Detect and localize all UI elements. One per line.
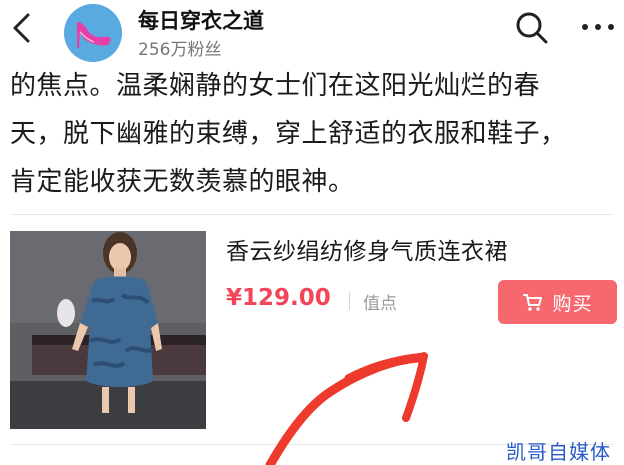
- back-arrow-icon: [13, 13, 30, 43]
- divider: [10, 214, 614, 215]
- cart-icon: [523, 294, 543, 311]
- article-line: 的焦点。温柔娴静的女士们在这阳光灿烂的春: [10, 71, 541, 101]
- search-icon: [516, 12, 548, 44]
- product-title[interactable]: 香云纱绢纺修身气质连衣裙: [226, 232, 508, 266]
- back-button[interactable]: [6, 10, 40, 46]
- product-card[interactable]: 香云纱绢纺修身气质连衣裙 ¥129.00 值点 购买: [0, 218, 624, 444]
- buy-button[interactable]: 购买: [498, 280, 617, 324]
- article-line: 天，脱下幽雅的束缚，穿上舒适的衣服和鞋子，: [10, 119, 567, 149]
- price-separator: [349, 292, 350, 310]
- account-name[interactable]: 每日穿衣之道: [138, 5, 264, 35]
- account-avatar[interactable]: [64, 4, 122, 62]
- more-button[interactable]: [578, 14, 618, 40]
- follower-count: 256万粉丝: [138, 40, 222, 60]
- buy-label: 购买: [552, 292, 593, 315]
- watermark: 凯哥自媒体: [506, 440, 611, 464]
- product-price: ¥129.00: [226, 285, 331, 311]
- dress-photo: [10, 231, 206, 429]
- product-image[interactable]: [10, 231, 206, 429]
- app-header: 每日穿衣之道 256万粉丝: [0, 0, 624, 64]
- search-button[interactable]: [512, 8, 552, 48]
- article-line: 肯定能收获无数羡慕的眼神。: [10, 167, 355, 197]
- article-body: 的焦点。温柔娴静的女士们在这阳光灿烂的春 天，脱下幽雅的束缚，穿上舒适的衣服和鞋…: [10, 62, 622, 206]
- high-heel-logo: [64, 4, 122, 62]
- more-dots-icon: [582, 24, 614, 30]
- product-source: 值点: [363, 294, 397, 314]
